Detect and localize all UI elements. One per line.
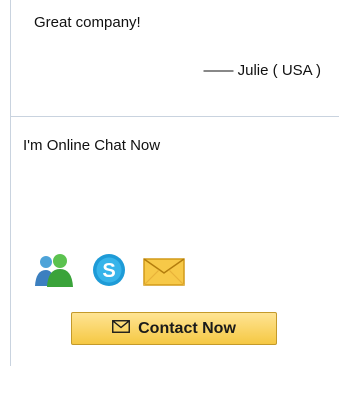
section-divider [10, 116, 339, 117]
testimonial-author: —— Julie ( USA ) [203, 62, 321, 79]
mail-icon [112, 319, 131, 338]
left-border-line [10, 0, 11, 366]
msn-messenger-icon[interactable] [32, 253, 77, 287]
contact-now-label: Contact Now [138, 319, 236, 337]
chat-icons: S [32, 253, 187, 287]
chat-contact-panel: Great company! —— Julie ( USA ) I'm Onli… [0, 0, 339, 394]
skype-icon[interactable]: S [87, 253, 132, 286]
email-envelope-icon[interactable] [142, 253, 187, 286]
testimonial-quote: Great company! [34, 14, 141, 31]
contact-now-button[interactable]: Contact Now [71, 312, 277, 345]
chat-title: I'm Online Chat Now [23, 137, 161, 154]
svg-text:S: S [102, 260, 115, 282]
